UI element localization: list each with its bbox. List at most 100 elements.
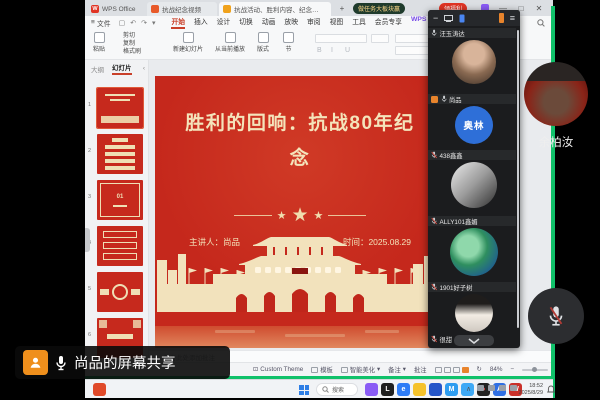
beautify-button[interactable]: 智能美化 ▾ [341, 365, 380, 374]
qat-dropdown-icon[interactable]: ▾ [152, 19, 156, 27]
zoom-out-button[interactable]: − [510, 366, 514, 373]
font-family-select[interactable] [315, 34, 367, 43]
tab-slides[interactable]: 幻灯片 [112, 62, 132, 75]
tab-document-1[interactable]: 抗战纪念视频 [147, 2, 217, 16]
ribbon-tab-review[interactable]: 审阅 [307, 16, 321, 29]
notification-bell-icon[interactable] [547, 385, 555, 394]
participant-video-tile[interactable] [452, 40, 496, 84]
tab-outline[interactable]: 大纲 [91, 64, 104, 74]
floating-participant-muted-tile[interactable] [528, 288, 584, 344]
mic-muted-icon [431, 151, 437, 159]
window-close-button[interactable]: ✕ [531, 1, 547, 15]
screen-share-indicator[interactable]: 尚品的屏幕共享 [15, 346, 230, 379]
new-tab-button[interactable]: + [334, 1, 350, 15]
participant-video-tile[interactable] [451, 162, 497, 208]
taskbar-app-2[interactable]: L [381, 383, 394, 396]
ribbon-tab-design[interactable]: 设计 [217, 16, 231, 29]
slide-canvas[interactable]: 胜利的回响：抗战80年纪念 ★ ★ ★ 主讲人：尚品 时间：2025.08.29 [155, 76, 445, 348]
slide-thumbnail-1[interactable] [97, 88, 143, 128]
slide-thumbnail-3[interactable]: 01 [97, 180, 143, 220]
file-menu[interactable]: ≡ 文件 [91, 18, 111, 28]
font-size-select[interactable] [371, 34, 389, 43]
ribbon-tab-transition[interactable]: 切换 [239, 16, 253, 29]
clipboard-group[interactable]: 剪切 复制 格式刷 [123, 32, 141, 56]
taskbar-app-live[interactable] [93, 383, 106, 396]
underline-button[interactable]: U [345, 47, 353, 54]
phone-icon[interactable] [459, 14, 465, 23]
slide-thumbnail-4[interactable] [97, 226, 143, 266]
slide-title[interactable]: 胜利的回响：抗战80年纪念 [180, 106, 420, 176]
tab-document-2-active[interactable]: 抗战活动、胜利内容、纪念… [219, 2, 331, 16]
taskbar-clock[interactable]: 18:52 2025/8/29 [513, 383, 543, 396]
taskbar-app-files[interactable] [413, 383, 426, 396]
ime-icon[interactable] [477, 385, 484, 391]
taskbar-app-3[interactable] [429, 383, 442, 396]
ribbon-tab-insert[interactable]: 插入 [194, 16, 208, 29]
section-button[interactable]: 节 [283, 32, 294, 53]
ribbon-tab-tools[interactable]: 工具 [352, 16, 366, 29]
promo-task-badge[interactable]: 做任务大板块赢 [353, 3, 405, 14]
redo-icon[interactable]: ↷ [141, 19, 147, 27]
share-banner-text: 尚品的屏幕共享 [74, 352, 176, 373]
participant-row[interactable]: 1901好子树 [428, 282, 516, 292]
search-icon[interactable] [537, 19, 545, 27]
play-slideshow-icon[interactable] [462, 367, 469, 373]
undo-icon[interactable]: ↶ [130, 19, 136, 27]
slide-thumbnail-2[interactable] [97, 134, 143, 174]
floating-participant-avatar[interactable] [524, 62, 588, 126]
volume-icon[interactable] [499, 385, 506, 391]
slide-thumbnail-5[interactable] [97, 272, 143, 312]
panel-resize-handle[interactable] [85, 228, 90, 252]
zoom-slider[interactable] [522, 369, 548, 371]
taskbar-app-1[interactable] [365, 383, 378, 396]
participant-row-presenter[interactable]: 尚品 [428, 94, 516, 104]
view-normal-icon[interactable] [435, 367, 442, 373]
layout-button[interactable]: 版式 [257, 32, 269, 53]
collapse-participants-button[interactable] [454, 335, 494, 346]
wifi-icon[interactable] [488, 385, 495, 391]
view-sorter-icon[interactable] [444, 367, 451, 373]
participant-video-tile[interactable]: 奥林 [455, 106, 493, 144]
ribbon-tab-member[interactable]: 会员专享 [375, 16, 402, 29]
cut-button[interactable]: 剪切 [123, 32, 141, 40]
template-button[interactable]: 模板 [311, 365, 333, 374]
windows-taskbar: 搜索 L e M ● A W ∧ 18:52 2025/8/29 [85, 379, 553, 398]
collapse-panel-icon[interactable]: ‹ [143, 65, 145, 72]
ribbon-tab-view[interactable]: 视图 [330, 16, 344, 29]
play-from-current-button[interactable]: 从当前播放 [215, 32, 245, 53]
monitor-icon[interactable] [444, 15, 453, 22]
taskbar-app-edge[interactable]: e [397, 383, 410, 396]
bold-button[interactable]: B [317, 47, 325, 54]
meeting-panel-header: − ≡ [428, 10, 520, 26]
ribbon-tab-slideshow[interactable]: 放映 [284, 16, 298, 29]
format-painter-button[interactable]: 格式刷 [123, 48, 141, 56]
participant-row[interactable]: ALLY101鑫媚 [428, 216, 516, 226]
participant-video-tile[interactable] [450, 228, 498, 276]
refresh-icon[interactable]: ↻ [477, 366, 482, 373]
copy-button[interactable]: 复制 [123, 40, 141, 48]
italic-button[interactable]: I [331, 47, 336, 54]
participant-row[interactable]: 汪玉涛达 [428, 28, 516, 38]
taskbar-search[interactable]: 搜索 [316, 383, 358, 396]
paste-icon [94, 32, 105, 43]
new-slide-button[interactable]: 新建幻灯片 [173, 32, 203, 53]
comments-button[interactable]: 批注 [414, 365, 427, 374]
panel-scrollbar[interactable] [517, 30, 520, 328]
panel-minimize-button[interactable]: − [433, 13, 438, 23]
tray-expand-icon[interactable]: ∧ [466, 385, 471, 393]
tab-wps-home[interactable]: W WPS Office [87, 2, 145, 16]
mic-muted-icon [431, 335, 437, 343]
taskbar-app-4[interactable]: M [445, 383, 458, 396]
ribbon-tab-animation[interactable]: 动画 [262, 16, 276, 29]
notes-button[interactable]: 备注 ▾ [388, 365, 406, 374]
theme-button[interactable]: ⊡ Custom Theme [253, 366, 303, 373]
ribbon-tab-home[interactable]: 开始 [171, 16, 185, 29]
participant-video-tile[interactable] [455, 294, 493, 332]
view-reading-icon[interactable] [453, 367, 460, 373]
participant-row[interactable]: 438鑫鑫 [428, 150, 516, 160]
save-icon[interactable]: ▢ [119, 19, 126, 27]
windows-start-button[interactable] [299, 385, 309, 395]
template-icon [311, 367, 318, 373]
paste-button[interactable]: 粘贴 [93, 32, 105, 53]
panel-menu-button[interactable]: ≡ [510, 13, 515, 23]
